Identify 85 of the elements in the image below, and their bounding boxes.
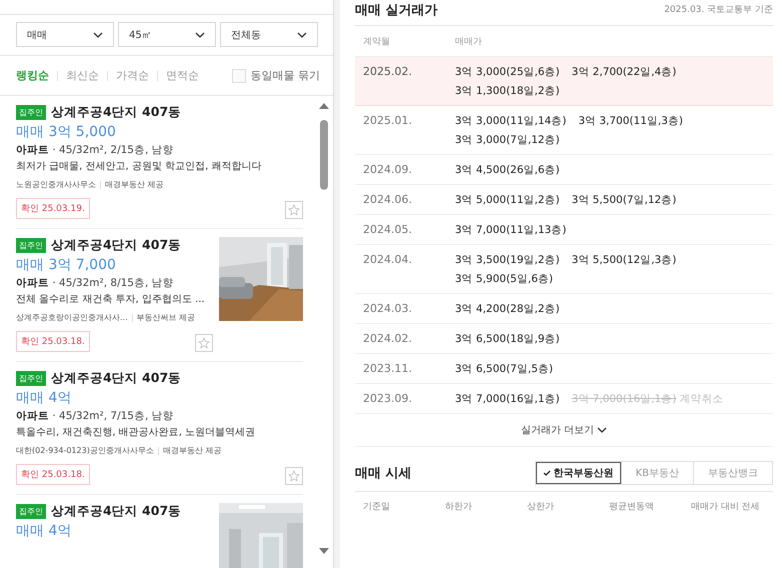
filter-dropdown[interactable]: 45㎡ bbox=[118, 22, 216, 47]
listing-details: 아파트 · 45/32m², 2/15층, 남향 bbox=[16, 143, 175, 157]
confirmed-date: 확인 25.03.18. bbox=[16, 331, 90, 352]
listing-title[interactable]: 상계주공4단지 407동 bbox=[51, 237, 182, 254]
checkbox-label: 동일매물 묶기 bbox=[250, 68, 320, 83]
confirmed-date: 확인 25.03.19. bbox=[16, 198, 90, 219]
contract-month: 2025.01. bbox=[362, 114, 413, 129]
chevron-down-icon bbox=[597, 427, 608, 433]
chevron-down-icon bbox=[195, 32, 205, 38]
owner-badge: 집주인 bbox=[16, 105, 46, 120]
favorite-button[interactable] bbox=[195, 334, 213, 352]
agent-name: 상계주공호랑이공인중개사사... bbox=[16, 312, 128, 323]
column-header: 평균변동액 bbox=[609, 501, 655, 513]
listing-card[interactable]: 집주인 상계주공4단지 407동 매매 4억 bbox=[16, 495, 303, 568]
column-header: 계약월 bbox=[362, 36, 391, 48]
trade-price: 3억 4,200(28일,2층) bbox=[455, 302, 560, 316]
listing-price: 매매 3억 7,000 bbox=[16, 256, 117, 274]
filter-dropdown[interactable]: 매매 bbox=[16, 22, 114, 47]
column-header: 매매가 대비 전세 bbox=[691, 501, 761, 513]
checkbox[interactable] bbox=[232, 68, 246, 82]
contract-month: 2024.06. bbox=[362, 193, 413, 207]
provider-text: 매경부동산 제공 bbox=[105, 179, 164, 190]
trade-price: 3억 2,700(22일,4층) bbox=[572, 65, 676, 79]
contract-month: 2024.09. bbox=[362, 163, 413, 177]
cancel-note: 계약취소 bbox=[679, 392, 724, 406]
trade-price: 3억 7,000(16일,1층) bbox=[455, 392, 560, 406]
listing-title[interactable]: 상계주공4단지 407동 bbox=[51, 104, 182, 121]
confirmed-date: 확인 25.03.18. bbox=[16, 464, 90, 485]
listing-price: 매매 3억 5,000 bbox=[16, 123, 117, 141]
trade-price: 3억 7,000(11일,13층) bbox=[455, 223, 566, 237]
section-title: 매매 시세 bbox=[355, 465, 412, 482]
favorite-button[interactable] bbox=[285, 467, 303, 485]
trade-price: 3억 5,000(11일,2층) bbox=[455, 193, 560, 207]
contract-month: 2024.05. bbox=[362, 223, 413, 237]
chevron-down-icon bbox=[297, 32, 307, 38]
agent-name: 대한(02-934-0123)공인중개사사무소 bbox=[16, 445, 154, 456]
chevron-down-icon bbox=[93, 32, 103, 38]
contract-month: 2025.02. bbox=[362, 65, 413, 80]
contract-month: 2024.02. bbox=[362, 332, 413, 346]
contract-month: 2024.03. bbox=[362, 302, 413, 316]
owner-badge: 집주인 bbox=[16, 371, 46, 386]
check-icon bbox=[542, 470, 551, 476]
trade-price: 3억 3,000(7일,12층) bbox=[455, 133, 560, 147]
trade-price: 3억 3,000(11일,14층) bbox=[455, 114, 566, 128]
contract-month: 2023.11. bbox=[362, 362, 413, 376]
provider-text: 부동산써브 제공 bbox=[136, 312, 196, 323]
column-header: 기준일 bbox=[363, 501, 391, 513]
listing-description: 특올수리, 재건축진행, 배관공사완료, 노원더블역세권 bbox=[16, 426, 256, 439]
listing-description: 전체 올수리로 재건축 투자, 입주협의도 ... bbox=[16, 293, 205, 306]
column-header: 매매가 bbox=[455, 36, 482, 48]
listing-card[interactable]: 집주인 상계주공4단지 407동 매매 4억 아파트 · 45/32m², 7/15층, 남향 특올수리, 재건축진행, 배관공사완료, 노원더블역세권 대한(02-934-0123)공인중개사사무소 매경부동산 제공 확인 25.03.18. bbox=[16, 362, 303, 495]
trade-price: 3억 5,500(12일,3층) bbox=[572, 253, 676, 267]
more-link[interactable]: 실거래가 더보기 bbox=[520, 423, 608, 437]
listing-details: 아파트 · 45/32m², 8/15층, 남향 bbox=[16, 276, 175, 290]
listing-title[interactable]: 상계주공4단지 407동 bbox=[51, 370, 182, 387]
favorite-button[interactable] bbox=[285, 201, 303, 219]
contract-month: 2023.09. bbox=[362, 392, 413, 406]
trade-price: 3억 4,500(26일,6층) bbox=[455, 163, 560, 177]
trade-price: 3억 6,500(7일,5층) bbox=[455, 362, 553, 376]
contract-month: 2024.04. bbox=[362, 253, 413, 268]
listing-card[interactable]: 집주인 상계주공4단지 407동 매매 3억 5,000 아파트 · 45/32m², 2/15층, 남향 최저가 급매물, 전세안고, 공원및 학교인접, 쾌적합니다 노원공인중개사사무소 매경부동산 제공 확인 25.03.19. bbox=[16, 96, 303, 229]
listing-title[interactable]: 상계주공4단지 407동 bbox=[51, 503, 182, 520]
trade-price: 3억 6,500(18일,9층) bbox=[455, 332, 560, 346]
trade-price: 3억 5,900(5일,6층) bbox=[455, 272, 553, 286]
trade-price: 3억 7,000(16일,1층) bbox=[572, 392, 676, 406]
trade-price: 3억 1,300(18일,2층) bbox=[455, 84, 560, 98]
listing-price: 매매 4억 bbox=[16, 522, 72, 540]
provider-text: 매경부동산 제공 bbox=[162, 445, 222, 456]
trade-price: 3억 3,000(25일,6층) bbox=[455, 65, 560, 79]
trade-price: 3억 5,500(7일,12층) bbox=[572, 193, 676, 207]
source-note: 2025.03. 국토교통부 기준 bbox=[664, 4, 773, 16]
listing-details: 아파트 · 45/32m², 7/15층, 남향 bbox=[16, 409, 175, 423]
agent-name: 노원공인중개사사무소 bbox=[16, 179, 96, 190]
trade-price: 3억 3,700(11일,3층) bbox=[578, 114, 683, 128]
listing-description: 최저가 급매물, 전세안고, 공원및 학교인접, 쾌적합니다 bbox=[16, 160, 262, 173]
listing-card[interactable]: 집주인 상계주공4단지 407동 매매 3억 7,000 아파트 · 45/32m², 8/15층, 남향 전체 올수리로 재건축 투자, 입주협의도 ... 상계주공호랑이공인중개사사... 부동산써브 제공 확인 25.03.18. bbox=[16, 229, 303, 362]
filter-dropdown[interactable]: 전체동 bbox=[220, 22, 318, 47]
owner-badge: 집주인 bbox=[16, 504, 46, 519]
section-title: 매매 실거래가 bbox=[355, 2, 438, 18]
trade-price: 3억 3,500(19일,2층) bbox=[455, 253, 560, 267]
listing-price: 매매 4억 bbox=[16, 389, 72, 407]
source-tab[interactable]: 한국부동산원 bbox=[536, 462, 621, 484]
column-header: 상한가 bbox=[527, 501, 555, 513]
column-header: 하한가 bbox=[445, 501, 473, 513]
owner-badge: 집주인 bbox=[16, 238, 46, 253]
